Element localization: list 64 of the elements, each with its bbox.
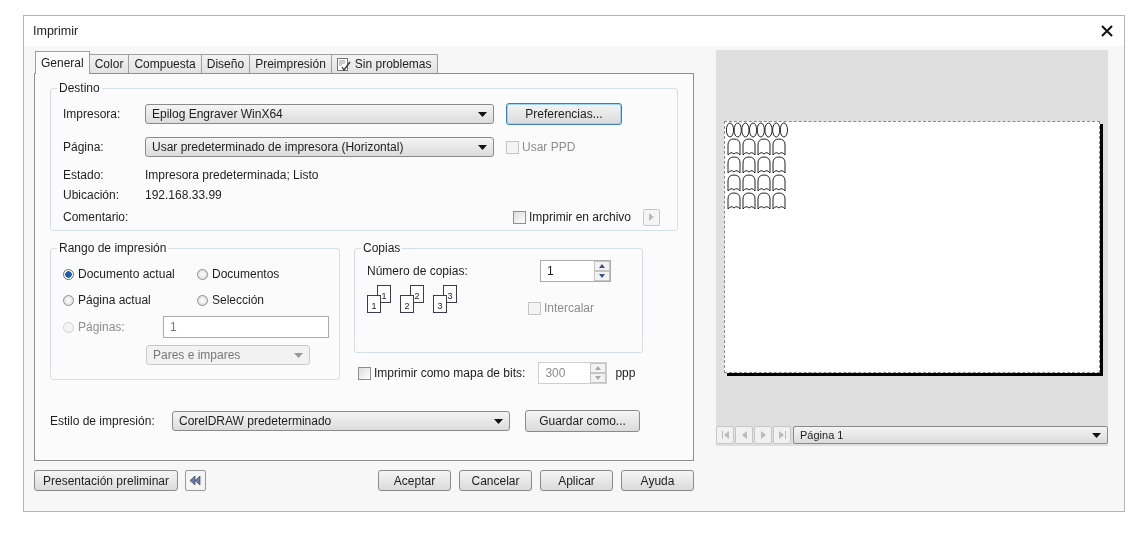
dialog-button[interactable]: Ayuda [621,470,694,491]
field-label: Comentario: [63,210,129,224]
preferences-button[interactable]: Preferencias... [506,103,622,125]
window-title: Imprimir [33,24,79,38]
radio-label[interactable]: Página actual [78,293,151,307]
pages-field[interactable]: 1 [163,316,329,338]
resolution-spinner[interactable]: 300 [538,362,608,384]
arrow-button[interactable] [643,208,660,226]
caret-icon [478,111,487,117]
group-title: Copias [362,241,402,255]
print-preview-button[interactable]: Presentación preliminar [34,470,178,491]
caret-icon [494,418,503,424]
status-text: Impresora predeterminada; Listo [145,168,319,182]
dialog-button[interactable]: Cancelar [459,470,532,491]
radio-button[interactable] [197,294,208,306]
field-label: Número de copias: [367,264,468,278]
page-sheet: 2 [400,295,414,313]
radio-button[interactable] [63,268,74,280]
first-page-icon[interactable] [716,426,734,444]
dialog-button[interactable]: Aceptar [378,470,451,491]
radio-label[interactable]: Documentos [212,267,280,281]
printer-dropdown[interactable]: Epilog Engraver WinX64 [145,104,494,124]
print-style-dropdown[interactable]: CorelDRAW predeterminado [172,411,510,431]
tab[interactable]: Diseño [200,54,251,73]
page-sheet: 1 [367,295,381,313]
radio-button[interactable] [63,294,74,306]
right-arrow-icon [649,213,654,221]
last-page-icon[interactable] [773,426,791,444]
tab[interactable]: General [35,51,90,74]
page-dropdown[interactable]: Usar predeterminado de impresora (Horizontal) [145,137,494,157]
field-label: Estado: [63,168,105,182]
radio-label[interactable]: Documento actual [78,267,175,281]
next-page-icon[interactable] [754,426,772,444]
double-left-arrow-icon [190,476,201,485]
group-title: Rango de impresión [58,241,168,255]
close-icon[interactable] [1100,24,1114,38]
caret-icon [1092,432,1101,438]
spinner-arrows-icon[interactable] [594,261,610,281]
page-sheet: 3 [433,295,447,313]
unit-label: ppp [615,366,636,380]
caret-icon [478,144,487,150]
parity-dropdown[interactable]: Pares e impares [146,345,310,365]
field-label: Impresora: [63,107,122,121]
checklist-icon [336,57,351,71]
radio-button[interactable] [197,268,208,280]
location-text: 192.168.33.99 [145,188,222,202]
checkbox[interactable]: Imprimir en archivo [512,210,631,224]
dialog-button[interactable]: Aplicar [540,470,613,491]
save-as-button[interactable]: Guardar como... [525,410,640,432]
caret-icon [294,352,303,358]
tab[interactable]: Compuesta [128,54,202,73]
tab[interactable]: Color [88,54,130,73]
page-dropdown[interactable]: Página 1 [793,426,1108,444]
collapse-button[interactable] [185,470,206,491]
field-label: Página: [63,140,105,154]
tab[interactable]: Preimpresión [249,54,332,73]
field-label: Estilo de impresión: [50,414,156,428]
field-label: Ubicación: [63,188,121,202]
group-title: Destino [58,81,101,95]
previous-page-icon[interactable] [735,426,753,444]
copies-spinner[interactable]: 1 [540,260,611,282]
checkbox[interactable]: Imprimir como mapa de bits: [358,366,526,380]
radio-label[interactable]: Selección [212,293,265,307]
tab[interactable]: Sin problemas [330,54,438,73]
